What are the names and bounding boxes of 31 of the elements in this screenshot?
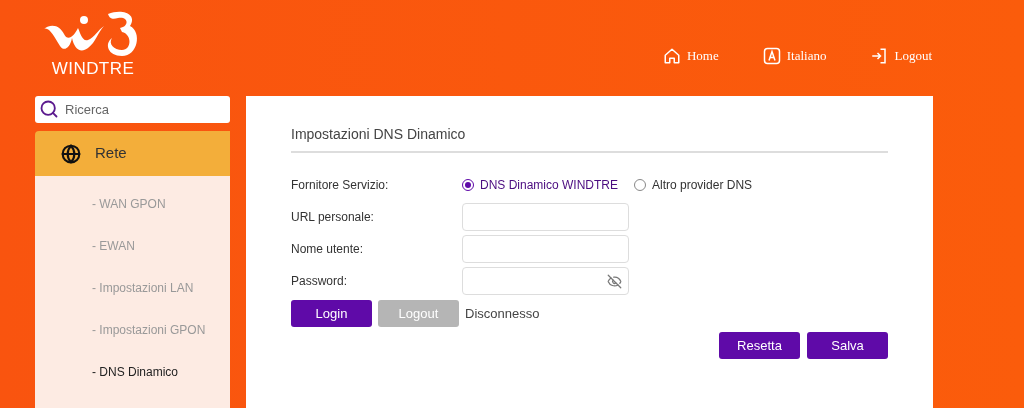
radio-label: Altro provider DNS	[652, 177, 753, 194]
globe-icon	[61, 143, 81, 164]
radio-label: DNS Dinamico WINDTRE	[480, 177, 618, 194]
input-field[interactable]	[462, 203, 629, 231]
letter-a-icon	[762, 46, 781, 65]
account-button[interactable]: Login	[291, 300, 372, 327]
search-field[interactable]: Ricerca	[35, 96, 230, 123]
input-field[interactable]	[462, 235, 629, 263]
submenu-item[interactable]: - Impostazioni LAN	[92, 280, 230, 296]
submenu-item[interactable]: - Impostazioni GPON	[92, 322, 230, 338]
input-field[interactable]	[462, 267, 629, 295]
search-icon	[39, 99, 59, 119]
submenu-item[interactable]: - WAN GPON	[92, 196, 230, 212]
field-label: URL personale:	[291, 209, 375, 226]
logout-icon	[870, 46, 889, 65]
field-label: Password:	[291, 273, 349, 290]
action-button[interactable]: Resetta	[719, 332, 800, 359]
header-link[interactable]: Home	[662, 46, 719, 66]
field-label: Nome utente:	[291, 241, 365, 258]
field-label: Fornitore Servizio:	[291, 177, 390, 194]
hide-password-icon[interactable]	[607, 273, 622, 289]
header-link[interactable]: Italiano	[762, 46, 827, 66]
panel-title: Impostazioni DNS Dinamico	[291, 126, 466, 142]
submenu-item[interactable]: - EWAN	[92, 238, 230, 254]
connection-status: Disconnesso	[465, 304, 540, 323]
home-icon	[662, 46, 681, 65]
brand-name: WINDTRE	[51, 58, 135, 80]
action-button[interactable]: Salva	[807, 332, 888, 359]
header-link[interactable]: Logout	[870, 46, 932, 66]
submenu-item[interactable]: - DNS Dinamico	[92, 364, 230, 380]
menu-section[interactable]: Rete	[35, 131, 230, 176]
